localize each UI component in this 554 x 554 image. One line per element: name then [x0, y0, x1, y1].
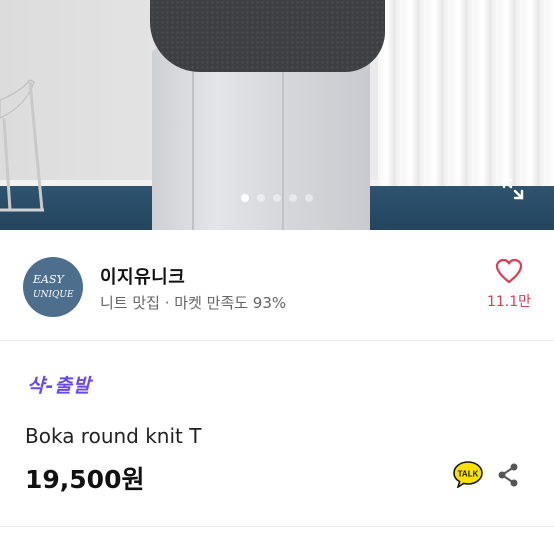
shop-logo[interactable]: EASY UNIQUE — [23, 257, 83, 317]
product-image-carousel[interactable] — [0, 0, 554, 230]
section-divider — [0, 340, 554, 341]
product-title: Boka round knit T — [25, 424, 202, 448]
share-icon[interactable] — [496, 462, 520, 488]
svg-text:EASY: EASY — [32, 273, 66, 286]
product-page: EASY UNIQUE 이지유니크 니트 맛집 · 마켓 만족도 93% 11.… — [0, 0, 554, 554]
talk-label: TALK — [458, 470, 479, 479]
carousel-dot[interactable] — [289, 194, 297, 202]
shop-name[interactable]: 이지유니크 — [100, 263, 185, 289]
like-count: 11.1만 — [486, 294, 532, 310]
photo-pants — [152, 48, 370, 230]
talk-button[interactable]: TALK — [452, 460, 484, 488]
heart-icon — [495, 258, 523, 284]
bottom-divider — [0, 526, 554, 527]
shop-info-row[interactable]: EASY UNIQUE 이지유니크 니트 맛집 · 마켓 만족도 93% 11.… — [0, 230, 554, 340]
photo-chair — [0, 79, 44, 212]
product-price: 19,500원 — [25, 465, 145, 494]
shop-meta: 니트 맛집 · 마켓 만족도 93% — [100, 294, 287, 312]
carousel-dot[interactable] — [305, 194, 313, 202]
svg-text:UNIQUE: UNIQUE — [33, 290, 74, 300]
carousel-dot-active[interactable] — [241, 194, 249, 202]
like-button[interactable]: 11.1만 — [486, 258, 532, 311]
carousel-indicator — [0, 194, 554, 202]
carousel-dot[interactable] — [257, 194, 265, 202]
photo-sweater — [150, 0, 385, 72]
expand-icon[interactable] — [498, 174, 528, 204]
carousel-dot[interactable] — [273, 194, 281, 202]
shop-logo-mark: EASY UNIQUE — [32, 273, 74, 300]
photo-curtain — [378, 0, 554, 200]
delivery-badge: 샥-출발 — [27, 375, 92, 397]
